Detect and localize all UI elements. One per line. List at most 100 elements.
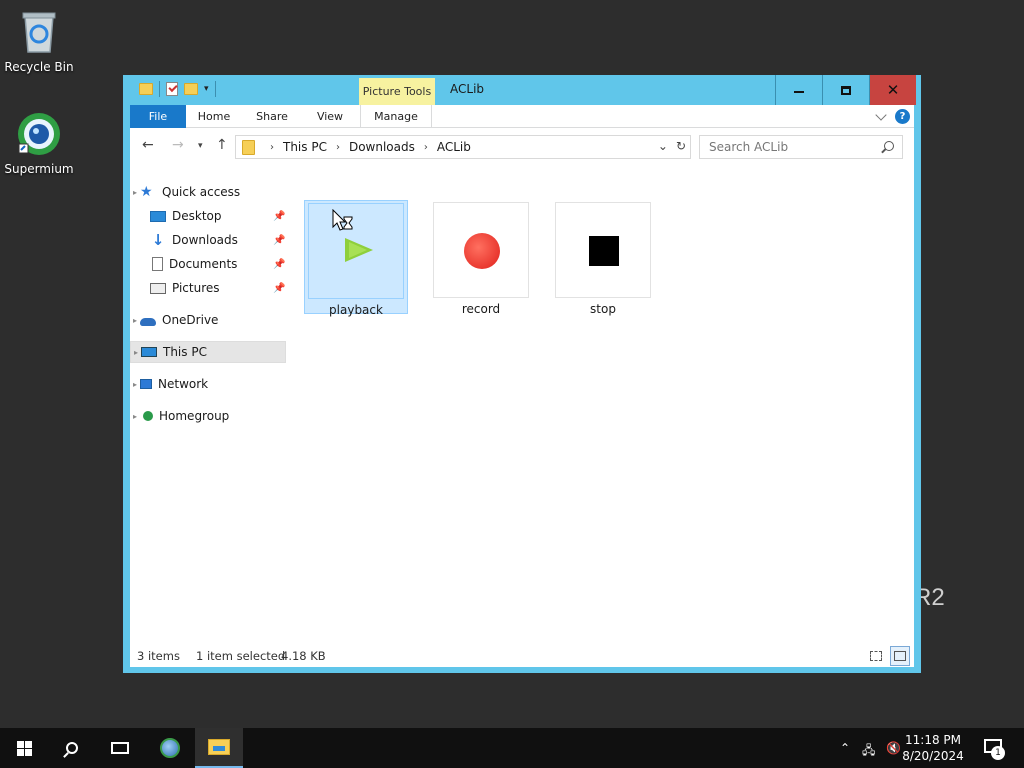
expand-arrow-icon[interactable]: ▸ (130, 316, 140, 325)
nav-item-label: Homegroup (159, 409, 230, 423)
file-thumbnail (433, 202, 529, 298)
view-toggle (866, 646, 910, 666)
breadcrumb-downloads[interactable]: Downloads (349, 140, 415, 154)
maximize-icon (841, 85, 851, 95)
system-clock[interactable]: 11:18 PM 8/20/2024 (893, 732, 973, 764)
supermium-browser-icon (160, 738, 180, 758)
desktop-icon-label: Recycle Bin (4, 60, 74, 74)
new-folder-icon[interactable] (184, 83, 198, 95)
search-input[interactable]: Search ACLib (699, 135, 903, 159)
taskbar: ⌃ 🖧 🔇 11:18 PM 8/20/2024 1 (0, 728, 1024, 768)
breadcrumb-aclib[interactable]: ACLib (437, 140, 471, 154)
clock-time: 11:18 PM (905, 733, 961, 747)
nav-onedrive[interactable]: ▸ OneDrive (130, 309, 286, 331)
pin-icon: 📌 (273, 282, 286, 294)
nav-item-label: Downloads (172, 233, 238, 247)
status-bar: 3 items 1 item selected 4.18 KB (130, 645, 914, 667)
expand-arrow-icon[interactable]: ▸ (131, 348, 141, 357)
refresh-icon[interactable]: ↻ (676, 139, 686, 153)
nav-item-label: OneDrive (162, 313, 219, 327)
nav-item-label: Documents (169, 257, 238, 271)
breadcrumb-chevron-icon[interactable]: › (336, 142, 340, 153)
nav-pictures[interactable]: Pictures 📌 (130, 277, 286, 299)
file-item-stop[interactable]: stop (551, 200, 655, 316)
help-icon[interactable]: ? (895, 109, 910, 124)
expand-arrow-icon[interactable]: ▸ (130, 188, 140, 197)
pin-icon: 📌 (273, 234, 286, 246)
breadcrumb-this-pc[interactable]: This PC (283, 140, 327, 154)
up-arrow-icon[interactable]: ↑ (216, 137, 228, 153)
tab-share[interactable]: Share (250, 105, 294, 128)
nav-homegroup[interactable]: ▸ Homegroup (130, 405, 286, 427)
folder-icon (139, 83, 153, 95)
star-icon: ★ (140, 184, 153, 200)
large-icons-view-icon[interactable] (890, 646, 910, 666)
quick-access-toolbar: ▾ (139, 81, 216, 97)
computer-icon (141, 347, 157, 357)
supermium-browser-icon (15, 110, 63, 158)
show-hidden-icons-icon[interactable]: ⌃ (840, 741, 850, 755)
maximize-button[interactable] (822, 75, 869, 105)
title-bar[interactable]: ▾ Picture Tools ACLib ✕ (123, 75, 921, 105)
tab-file[interactable]: File (130, 105, 186, 128)
customize-toolbar-icon[interactable]: ▾ (204, 84, 209, 94)
file-name: record (461, 302, 501, 316)
nav-item-label: Desktop (172, 209, 222, 223)
close-button[interactable]: ✕ (869, 75, 916, 105)
search-placeholder: Search ACLib (709, 140, 789, 154)
toolbar-divider (159, 81, 160, 97)
file-name: stop (590, 302, 616, 316)
folder-icon (242, 139, 255, 155)
tab-view[interactable]: View (308, 105, 352, 128)
start-button[interactable] (0, 728, 48, 768)
explorer-body: File Home Share View Manage ? ← → ▾ ↑ › … (130, 105, 914, 667)
breadcrumb-chevron-icon[interactable]: › (424, 142, 428, 153)
breadcrumb-chevron-icon[interactable]: › (270, 142, 274, 153)
file-thumbnail (555, 202, 651, 298)
nav-item-label: Pictures (172, 281, 220, 295)
tab-home[interactable]: Home (192, 105, 236, 128)
taskbar-file-explorer[interactable] (195, 728, 243, 768)
file-name: playback (329, 303, 383, 317)
navigation-pane: ▸ ★ Quick access Desktop 📌 ↓ Downloads 📌… (130, 175, 290, 645)
pin-icon: 📌 (273, 210, 286, 222)
network-status-icon[interactable]: 🖧 (862, 741, 875, 762)
minimize-button[interactable] (775, 75, 822, 105)
nav-quick-access[interactable]: ▸ ★ Quick access (130, 181, 286, 203)
search-button[interactable] (48, 728, 96, 768)
stop-icon (589, 236, 619, 266)
expand-ribbon-icon[interactable] (875, 108, 887, 121)
desktop-icon-supermium[interactable]: Supermium (1, 110, 77, 176)
nav-network[interactable]: ▸ Network (130, 373, 286, 395)
forward-arrow-icon[interactable]: → (172, 137, 184, 153)
toolbar-divider (214, 81, 216, 97)
nav-desktop[interactable]: Desktop 📌 (130, 205, 286, 227)
properties-icon[interactable] (166, 82, 178, 96)
desktop-icon-label: Supermium (4, 162, 74, 176)
tab-manage[interactable]: Manage (360, 105, 432, 128)
selection-count: 1 item selected (196, 649, 286, 663)
expand-arrow-icon[interactable]: ▸ (130, 380, 140, 389)
nav-this-pc[interactable]: ▸ This PC (130, 341, 286, 363)
desktop-icon-recycle-bin[interactable]: Recycle Bin (1, 8, 77, 74)
file-item-playback[interactable]: playback (304, 200, 408, 317)
address-bar[interactable]: › This PC › Downloads › ACLib ⌄ ↻ (235, 135, 691, 159)
search-icon (884, 141, 894, 151)
taskbar-supermium[interactable] (146, 728, 194, 768)
address-dropdown-icon[interactable]: ⌄ (658, 139, 668, 153)
expand-arrow-icon[interactable]: ▸ (130, 412, 140, 421)
nav-downloads[interactable]: ↓ Downloads 📌 (130, 229, 286, 251)
task-view-icon (111, 742, 129, 754)
back-arrow-icon[interactable]: ← (142, 137, 154, 153)
network-icon (140, 379, 152, 389)
task-view-button[interactable] (96, 728, 144, 768)
address-actions: ⌄ ↻ (658, 139, 686, 153)
pictures-icon (150, 282, 166, 294)
nav-documents[interactable]: Documents 📌 (130, 253, 286, 275)
details-view-icon[interactable] (866, 646, 886, 666)
clock-date: 8/20/2024 (902, 749, 964, 763)
recent-locations-chevron-icon[interactable]: ▾ (198, 141, 203, 151)
file-explorer-icon (208, 739, 230, 755)
play-icon (345, 238, 373, 262)
file-item-record[interactable]: record (429, 200, 533, 316)
